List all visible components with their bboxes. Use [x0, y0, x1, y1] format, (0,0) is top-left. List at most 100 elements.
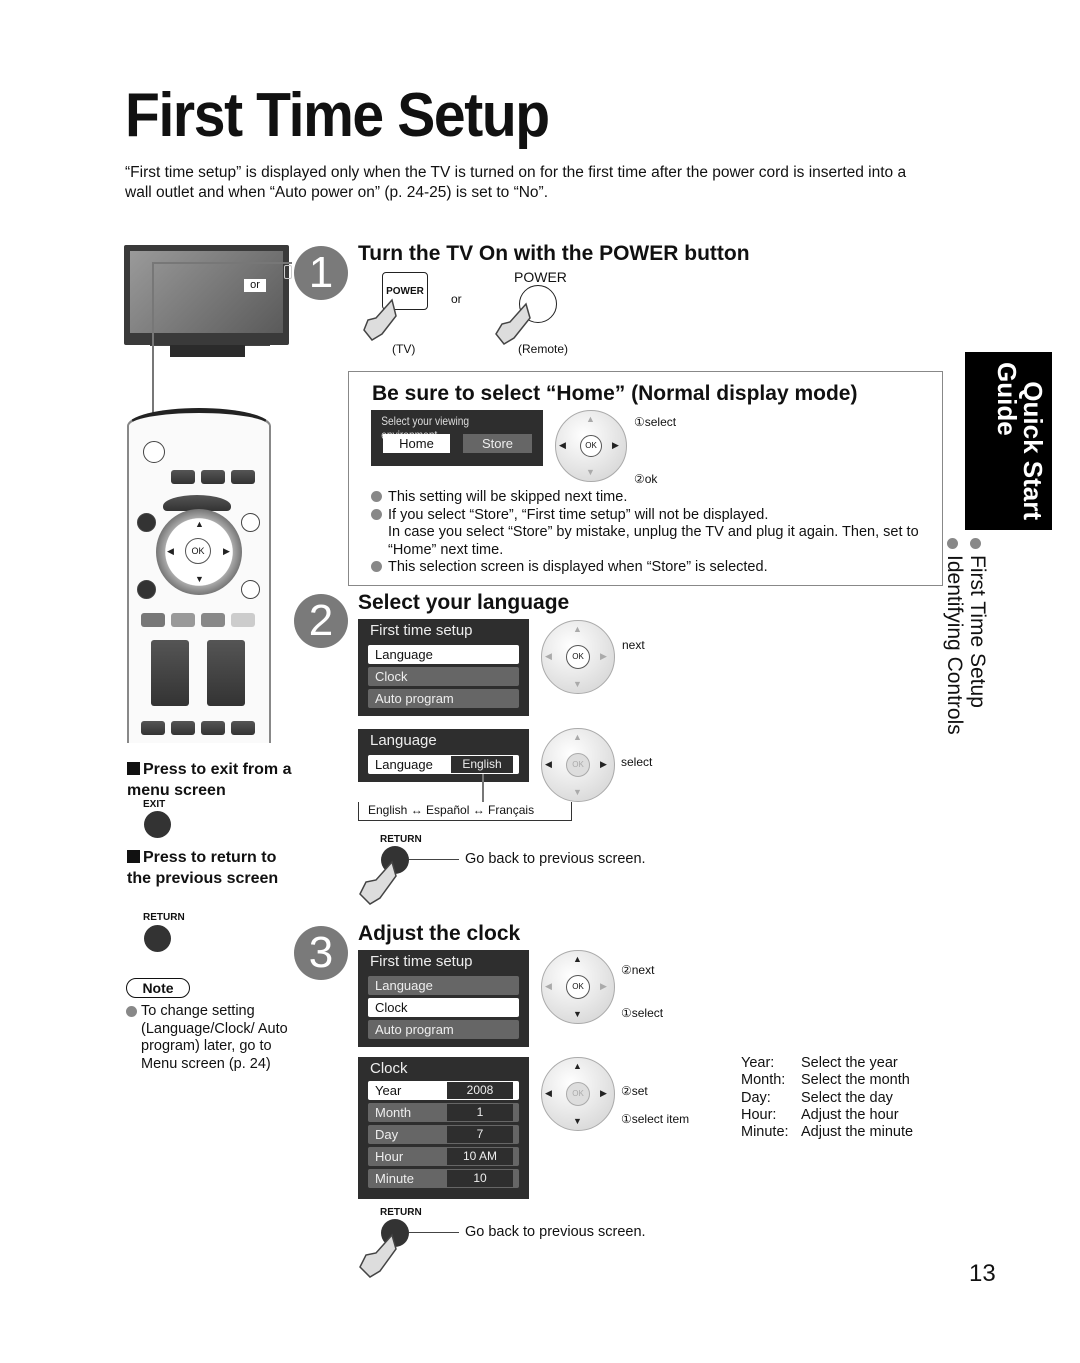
- remote-channel-rocker: [207, 640, 245, 706]
- remote-button: [171, 470, 195, 484]
- menu-item-auto-program: Auto program: [368, 1020, 519, 1039]
- menu-item-language: Language: [368, 645, 519, 664]
- remote-ok-button: OK: [185, 538, 211, 564]
- square-bullet-icon: [127, 762, 140, 775]
- leader-line: [409, 859, 459, 860]
- callout-select: ①select: [621, 1006, 664, 1020]
- return-caption: Go back to previous screen.: [465, 1224, 646, 1240]
- side-tab-title: Quick Start Guide: [992, 362, 1048, 520]
- return-button-illustration: [144, 925, 171, 952]
- remote-color-button: [141, 613, 165, 627]
- clock-value: 1: [447, 1104, 513, 1121]
- clock-row-hour: Hour 10 AM: [368, 1147, 519, 1166]
- leader-line: [152, 262, 154, 422]
- arrow-left-icon: ◀: [559, 440, 566, 450]
- intro-text: “First time setup” is displayed only whe…: [125, 164, 907, 201]
- leader-line: [152, 262, 292, 264]
- language-cycle: English ↔ Español ↔ Français: [366, 803, 537, 817]
- remote-button: [231, 470, 255, 484]
- remote-exit-button: [137, 513, 156, 532]
- legend-row: Hour: Adjust the hour: [741, 1106, 899, 1123]
- note-text: To change setting (Language/Clock/ Auto …: [126, 1003, 296, 1073]
- first-time-setup-menu: First time setup Language Clock Auto pro…: [358, 950, 529, 1047]
- return-heading: Press to return to the previous screen: [127, 849, 279, 887]
- arrow-right-icon: ▶: [600, 651, 607, 661]
- legend-row: Minute: Adjust the minute: [741, 1124, 914, 1141]
- ok-button: OK: [580, 435, 602, 457]
- leader-line: [409, 1232, 459, 1233]
- home-box-heading: Be sure to select “Home” (Normal display…: [372, 382, 858, 405]
- language-value: English: [451, 756, 513, 773]
- menu-item-clock: Clock: [368, 998, 519, 1017]
- ok-button: OK: [566, 645, 590, 669]
- tv-caption: (TV): [392, 342, 416, 356]
- store-option: Store: [463, 434, 532, 453]
- arrow-left-icon: ◀: [545, 981, 552, 991]
- arrow-right-icon: ▶: [223, 546, 230, 556]
- remote-button: [231, 721, 255, 735]
- remote-button: [201, 721, 225, 735]
- hand-pointer-icon: [358, 858, 398, 905]
- remote-color-button: [201, 613, 225, 627]
- remote-color-button: [171, 613, 195, 627]
- page-title: First Time Setup: [125, 81, 550, 150]
- menu-title: Clock: [370, 1060, 408, 1077]
- arrow-right-icon: ▶: [600, 981, 607, 991]
- menu-item-language: Language: [368, 976, 519, 995]
- home-option: Home: [383, 434, 450, 453]
- return-button-label: RETURN: [143, 912, 185, 923]
- callout-select: select: [621, 755, 653, 769]
- side-link-identifying-controls[interactable]: Identifying Controls: [942, 538, 967, 778]
- arrow-up-icon: ▲: [573, 1061, 582, 1071]
- callout-next: next: [622, 638, 645, 652]
- arrow-right-icon: ▶: [600, 759, 607, 769]
- clock-value: 10: [447, 1170, 513, 1187]
- legend-row: Year: Select the year: [741, 1055, 898, 1071]
- dpad-illustration: OK ▲ ▼ ◀ ▶: [555, 410, 627, 482]
- menu-item-clock: Clock: [368, 667, 519, 686]
- bullet-icon: [947, 538, 958, 549]
- clock-value: 2008: [447, 1082, 513, 1099]
- return-label: RETURN: [380, 834, 422, 845]
- step-2-heading: Select your language: [358, 591, 570, 614]
- menu-title: Language: [370, 732, 437, 749]
- square-bullet-icon: [127, 850, 140, 863]
- callout-next: ②next: [621, 963, 655, 977]
- remote-volume-rocker: [151, 640, 189, 706]
- clock-row-minute: Minute 10: [368, 1169, 519, 1188]
- arrow-right-icon: ▶: [612, 440, 619, 450]
- return-label: RETURN: [380, 1207, 422, 1218]
- callout-select: ①select: [634, 415, 677, 429]
- hand-pointer-icon: [358, 1231, 398, 1278]
- bullet-icon: [970, 538, 981, 549]
- arrow-up-icon: ▲: [195, 519, 204, 529]
- clock-menu: Clock Year 2008 Month 1 Day 7 Hour 10 AM Min…: [358, 1057, 529, 1199]
- arrow-down-icon: ▼: [573, 1116, 582, 1126]
- side-link-first-time-setup[interactable]: First Time Setup: [965, 538, 990, 778]
- remote-button: [201, 470, 225, 484]
- callout-select-item: ①select item: [621, 1112, 690, 1126]
- arrow-left-icon: ◀: [167, 546, 174, 556]
- clock-row-year: Year 2008: [368, 1081, 519, 1100]
- language-row-label: Language: [375, 757, 433, 772]
- arrow-down-icon: ▼: [195, 574, 204, 584]
- dpad-illustration: OK ▲ ▼ ◀ ▶: [541, 620, 615, 694]
- clock-value: 7: [447, 1126, 513, 1143]
- bullet-icon: [371, 561, 382, 572]
- return-caption: Go back to previous screen.: [465, 851, 646, 867]
- arrow-up-icon: ▲: [586, 414, 595, 424]
- menu-title: First time setup: [370, 953, 473, 970]
- side-tab-links: First Time Setup Identifying Controls: [872, 538, 989, 778]
- tv-stand: [170, 343, 245, 357]
- remote-caption: (Remote): [518, 342, 569, 356]
- arrow-up-icon: ▲: [573, 732, 582, 742]
- remote-button: [141, 721, 165, 735]
- exit-button-label: EXIT: [143, 799, 166, 810]
- tv-power-switch: [284, 265, 292, 279]
- clock-legend: Year: Select the year Month: Select the mo…: [741, 1055, 913, 1141]
- first-time-setup-menu: First time setup Language Clock Auto pro…: [358, 619, 529, 716]
- menu-item-auto-program: Auto program: [368, 689, 519, 708]
- quick-start-guide-tab: Quick Start Guide: [965, 352, 1052, 530]
- remote-color-button: [231, 613, 255, 627]
- arrow-left-icon: ◀: [545, 759, 552, 769]
